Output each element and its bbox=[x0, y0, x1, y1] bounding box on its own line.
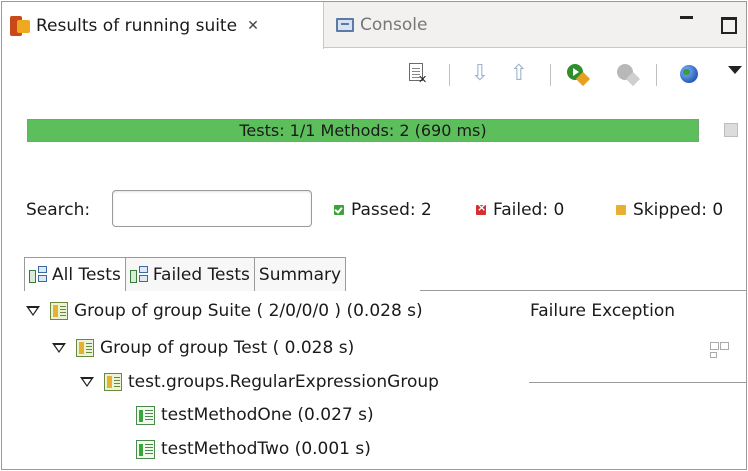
failure-exception-header: Failure Exception bbox=[530, 301, 675, 321]
skipped-count: Skipped: 0 bbox=[616, 200, 723, 220]
toolbar-separator bbox=[550, 64, 551, 86]
arrow-down-icon[interactable]: ⇩ bbox=[468, 62, 492, 86]
tab-console[interactable]: Console bbox=[328, 2, 436, 48]
testng-icon bbox=[10, 15, 30, 36]
console-icon bbox=[336, 18, 354, 32]
rerun-icon[interactable] bbox=[566, 62, 591, 87]
tab-summary[interactable]: Summary bbox=[253, 257, 347, 291]
minimize-icon[interactable] bbox=[677, 12, 697, 32]
tree-icon bbox=[29, 266, 47, 283]
tab-summary-label: Summary bbox=[258, 264, 342, 285]
suite-icon bbox=[50, 302, 68, 320]
tree-node-method[interactable]: testMethodTwo (0.001 s) bbox=[136, 439, 371, 459]
tab-failed-tests[interactable]: Failed Tests bbox=[124, 257, 255, 291]
tree-node-suite[interactable]: Group of group Suite ( 2/0/0/0 ) (0.028 … bbox=[26, 301, 423, 321]
progress-text: Tests: 1/1 Methods: 2 (690 ms) bbox=[239, 121, 487, 140]
results-toolbar: ✕ ⇩ ⇧ bbox=[402, 58, 746, 94]
tree-node-method[interactable]: testMethodOne (0.027 s) bbox=[136, 405, 374, 425]
testng-results-view: Results of running suite ✕ Console ✕ ⇩ ⇧… bbox=[1, 1, 747, 470]
clear-results-icon[interactable]: ✕ bbox=[407, 62, 431, 86]
tree-node-class[interactable]: test.groups.RegularExpressionGroup bbox=[80, 372, 439, 392]
suite-icon bbox=[76, 339, 94, 357]
chevron-down-icon[interactable] bbox=[728, 66, 742, 74]
tree-node-label: Group of group Suite ( 2/0/0/0 ) (0.028 … bbox=[74, 301, 423, 321]
tree-node-test[interactable]: Group of group Test ( 0.028 s) bbox=[52, 338, 354, 358]
result-tabs: All Tests Failed Tests Summary bbox=[24, 257, 347, 291]
expanded-twisty-icon[interactable] bbox=[52, 343, 66, 353]
search-input[interactable] bbox=[112, 190, 312, 227]
suite-icon bbox=[104, 373, 122, 391]
arrow-up-icon[interactable]: ⇧ bbox=[507, 62, 531, 86]
rerun-failed-icon[interactable] bbox=[616, 62, 641, 87]
method-passed-icon bbox=[136, 439, 155, 459]
view-tab-bar: Results of running suite ✕ Console bbox=[2, 2, 746, 49]
tab-divider bbox=[420, 290, 746, 291]
failed-icon bbox=[476, 201, 486, 215]
skipped-icon bbox=[616, 205, 626, 215]
tree-node-label: Group of group Test ( 0.028 s) bbox=[100, 338, 355, 358]
tab-results-label: Results of running suite bbox=[36, 15, 238, 36]
toolbar-separator bbox=[656, 64, 657, 86]
failed-count: Failed: 0 bbox=[476, 200, 564, 220]
tab-all-tests-label: All Tests bbox=[52, 264, 121, 285]
tree-icon bbox=[129, 266, 148, 283]
tab-failed-tests-label: Failed Tests bbox=[152, 264, 250, 285]
globe-icon[interactable] bbox=[678, 62, 702, 86]
tree-node-label: test.groups.RegularExpressionGroup bbox=[128, 372, 439, 392]
stop-icon[interactable] bbox=[724, 123, 738, 137]
skipped-label: Skipped: 0 bbox=[633, 200, 724, 220]
passed-label: Passed: 2 bbox=[351, 200, 432, 220]
expanded-twisty-icon[interactable] bbox=[80, 377, 94, 387]
tab-all-tests[interactable]: All Tests bbox=[24, 257, 126, 291]
failure-pane-divider bbox=[529, 382, 746, 383]
failed-label: Failed: 0 bbox=[493, 200, 565, 220]
collapse-all-icon[interactable] bbox=[710, 342, 729, 360]
expanded-twisty-icon[interactable] bbox=[26, 306, 40, 316]
method-passed-icon bbox=[136, 405, 155, 425]
tab-results[interactable]: Results of running suite ✕ bbox=[2, 2, 324, 49]
passed-icon bbox=[334, 205, 344, 215]
toolbar-separator bbox=[449, 64, 450, 86]
close-icon[interactable]: ✕ bbox=[247, 18, 259, 34]
tree-node-label: testMethodTwo (0.001 s) bbox=[161, 439, 371, 459]
tree-node-label: testMethodOne (0.027 s) bbox=[161, 405, 374, 425]
maximize-icon[interactable] bbox=[718, 12, 738, 34]
progress-bar: Tests: 1/1 Methods: 2 (690 ms) bbox=[27, 119, 699, 142]
passed-count: Passed: 2 bbox=[334, 200, 432, 220]
tab-console-label: Console bbox=[360, 15, 428, 35]
search-label: Search: bbox=[26, 200, 91, 220]
